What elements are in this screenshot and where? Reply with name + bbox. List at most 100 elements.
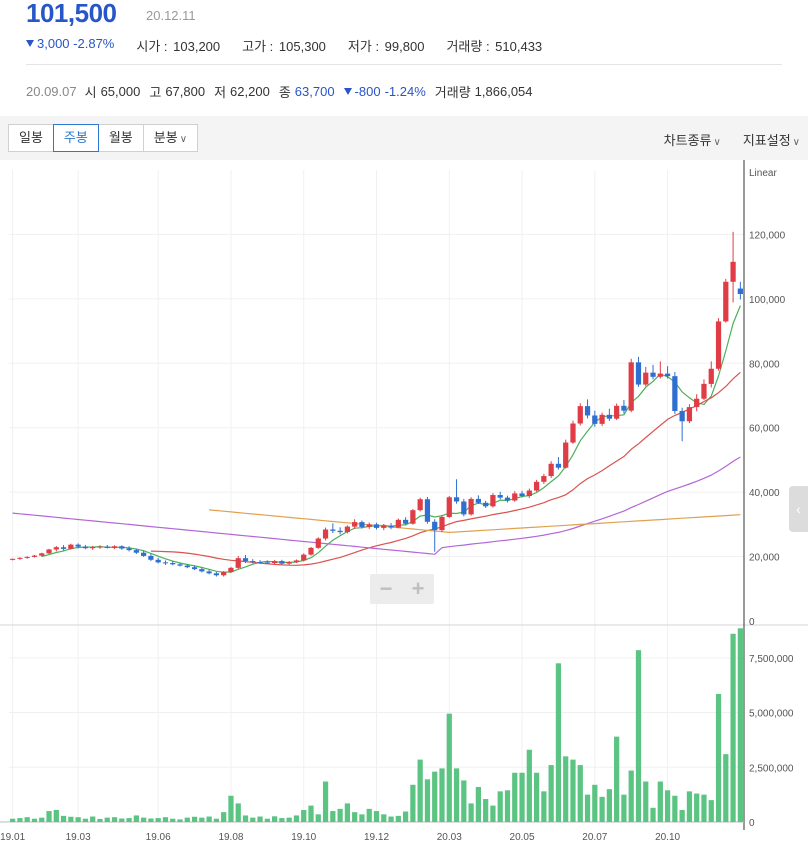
candle — [686, 407, 693, 422]
volume-bar — [483, 799, 489, 822]
side-panel-toggle[interactable]: ‹ — [789, 486, 808, 532]
volume-bar — [330, 811, 336, 822]
candle — [315, 538, 321, 548]
volume-value: 거래량 : 510,433 — [446, 39, 543, 54]
volume-bar — [599, 796, 605, 822]
candle — [141, 552, 147, 556]
volume-bar — [17, 818, 23, 822]
price-summary: 3,000 -2.87% 시가 : 103,200 고가 : 105,300 저… — [26, 36, 564, 55]
candle — [599, 414, 605, 424]
volume-bar — [53, 809, 59, 822]
volume-bar — [315, 814, 321, 822]
volume-bar — [97, 818, 103, 822]
candle — [395, 519, 401, 528]
volume-bar — [563, 756, 569, 822]
hover-close: 63,700 — [294, 84, 335, 99]
volume-bar — [504, 790, 511, 822]
volume-bar — [308, 805, 314, 822]
volume-tick-label: 5,000,000 — [749, 709, 794, 720]
candle — [432, 521, 438, 531]
volume-bar — [694, 793, 700, 822]
x-tick-label: 19.01 — [0, 832, 25, 843]
volume-bar — [388, 816, 394, 822]
volume-bar — [366, 808, 372, 822]
candle — [39, 553, 45, 556]
volume-bar — [614, 736, 620, 822]
candle — [548, 463, 554, 477]
chart-toolbar: 일봉 주봉 월봉 분봉 ∨ 차트종류 ∨ 지표설정 ∨ — [0, 116, 808, 160]
candle — [737, 288, 743, 295]
header-divider — [26, 64, 782, 65]
candle — [650, 372, 656, 377]
tab-minute[interactable]: 분봉 ∨ — [142, 124, 199, 152]
volume-bar — [446, 713, 452, 822]
candle — [526, 490, 532, 497]
volume-bar — [177, 819, 183, 822]
tab-weekly[interactable]: 주봉 — [52, 124, 99, 152]
volume-bar — [643, 781, 649, 822]
hover-high: 67,800 — [165, 84, 206, 99]
chevron-down-icon: ∨ — [713, 137, 721, 148]
volume-bar — [293, 815, 300, 822]
tab-daily[interactable]: 일봉 — [8, 124, 54, 152]
volume-bar — [213, 818, 220, 822]
candle — [592, 415, 598, 424]
volume-bar — [337, 808, 343, 822]
candle — [410, 510, 416, 524]
volume-bar — [381, 814, 387, 822]
candle — [111, 546, 118, 548]
candle — [31, 555, 38, 557]
stock-chart[interactable]: Linear 120,000 100,000 80,000 60,000 40,000 20… — [0, 160, 808, 846]
volume-bar — [432, 771, 438, 822]
candle — [512, 493, 518, 501]
candle — [155, 559, 161, 563]
volume-bar — [90, 816, 96, 822]
candle — [606, 414, 612, 419]
volume-tick-label: 7,500,000 — [749, 654, 794, 665]
candle — [199, 569, 205, 572]
volume-bar — [344, 803, 351, 822]
indicator-settings-button[interactable]: 지표설정 ∨ — [743, 130, 800, 149]
volume-bar — [592, 784, 598, 822]
volume-bar — [359, 814, 365, 822]
candle — [82, 546, 89, 549]
volume-bar — [715, 693, 722, 822]
tab-monthly[interactable]: 월봉 — [97, 124, 144, 152]
candle — [555, 463, 562, 468]
candle — [541, 476, 547, 482]
volume-bar — [279, 818, 285, 822]
candle — [330, 529, 336, 531]
hover-info: 20.09.07 시 65,000 고 67,800 저 62,200 종 63,700… — [26, 84, 533, 100]
zoom-out-button[interactable]: − — [370, 574, 402, 604]
x-tick-label: 19.03 — [66, 832, 91, 843]
candle — [453, 497, 460, 502]
volume-bar — [228, 795, 234, 822]
price-tick-label: 120,000 — [749, 230, 786, 241]
chart-type-button[interactable]: 차트종류 ∨ — [664, 130, 721, 149]
volume-bar — [657, 781, 663, 822]
volume-bar — [526, 749, 532, 822]
candle — [24, 556, 30, 558]
low-price: 저가 : 99,800 — [347, 39, 425, 54]
volume-bar — [628, 770, 634, 822]
candle — [519, 493, 525, 497]
volume-bar — [82, 818, 89, 822]
chevron-down-icon: ∨ — [792, 137, 800, 148]
volume-bar — [723, 754, 729, 822]
candle — [293, 560, 300, 563]
volume-bar — [686, 791, 693, 822]
ma20-line — [150, 371, 741, 566]
candle — [17, 557, 23, 559]
candle — [10, 558, 16, 560]
volume-bar — [352, 812, 358, 822]
zoom-controls: − + — [370, 574, 434, 604]
candle — [446, 497, 452, 517]
volume-bar — [475, 786, 482, 822]
candle — [614, 405, 620, 419]
candle — [90, 547, 96, 549]
zoom-in-button[interactable]: + — [402, 574, 434, 604]
chart-area[interactable]: Linear 120,000 100,000 80,000 60,000 40,000 20… — [0, 160, 808, 846]
price-change: 3,000 -2.87% — [26, 36, 114, 55]
volume-bar — [512, 772, 518, 822]
candle — [366, 524, 372, 527]
